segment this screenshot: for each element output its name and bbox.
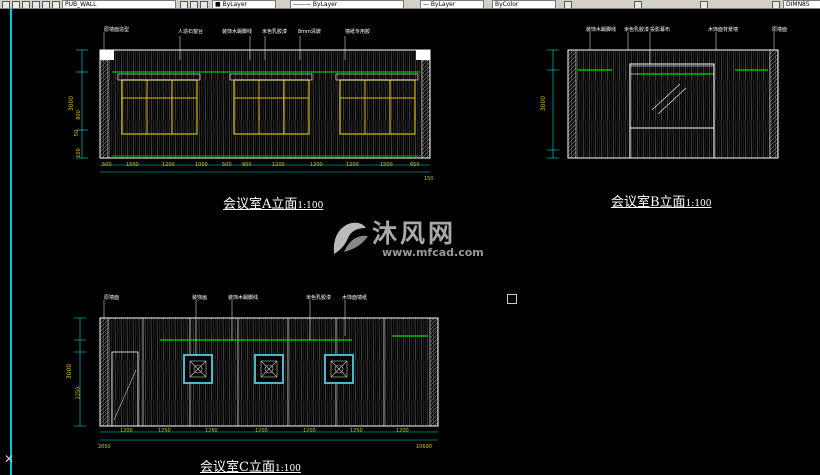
dimension-label: 1250 xyxy=(158,428,171,434)
decor-panel-2 xyxy=(254,354,284,384)
dimension-label: 900 xyxy=(242,162,252,168)
annotation: 装饰木踢脚线 xyxy=(222,29,253,35)
dimension-label: 1200 xyxy=(120,428,133,434)
annotation: 木饰面背景墙 xyxy=(708,27,739,33)
annotation: 木饰面墙纸 xyxy=(342,295,368,301)
dimension-label: 800 xyxy=(75,110,82,120)
selection-box[interactable] xyxy=(507,294,517,304)
dimension-label: 650 xyxy=(410,162,420,168)
annotation: 装饰木踢脚线 xyxy=(586,27,617,33)
dimension-label: 1200 xyxy=(272,162,285,168)
elevation-b xyxy=(547,32,779,159)
elevation-c xyxy=(74,300,439,441)
dimension-label: 1200 xyxy=(310,162,323,168)
elevation-a-title: 会议室A立面1:100 xyxy=(223,197,324,212)
annotation: 装饰木踢脚线 xyxy=(228,295,259,301)
dimension-label: 1500 xyxy=(126,162,139,168)
dimension-label: 3000 xyxy=(68,95,76,112)
watermark: 沐风网 www.mfcad.com xyxy=(330,214,500,264)
dimension-label: 1250 xyxy=(350,428,363,434)
annotation: 投影幕布 xyxy=(650,27,671,33)
dimension-label: 2050 xyxy=(98,444,111,450)
decor-panel-1 xyxy=(183,354,213,384)
dimension-label: 500 xyxy=(102,162,112,168)
dimension-label: 1200 xyxy=(255,428,268,434)
dimension-label: 1200 xyxy=(303,428,316,434)
annotation: 米色乳胶漆 xyxy=(624,27,650,33)
annotation: 原墙面造型 xyxy=(104,27,130,33)
mfcad-logo-icon xyxy=(333,222,368,254)
dimension-label: 1200 xyxy=(162,162,175,168)
annotation: 人造石窗台 xyxy=(178,29,204,35)
elevation-c-title: 会议室C立面1:100 xyxy=(200,460,301,475)
dimension-label: 3000 xyxy=(540,95,548,112)
dimension-label: 2250 xyxy=(75,386,82,400)
elevation-a xyxy=(76,32,431,173)
dimension-label: 50 xyxy=(74,129,81,137)
dimension-label: 1200 xyxy=(396,428,409,434)
decor-panel-3 xyxy=(324,354,354,384)
annotation: 米色乳胶漆 xyxy=(262,29,288,35)
dimension-label: 1000 xyxy=(195,162,208,168)
dimension-label: 10690 xyxy=(416,444,432,450)
dimension-label: 1250 xyxy=(205,428,218,434)
annotation: 8mm清玻 xyxy=(298,29,321,35)
annotation: 米色乳胶漆 xyxy=(306,295,332,301)
dimension-label: 150 xyxy=(424,176,434,182)
dimension-label: 500 xyxy=(222,162,232,168)
elevation-b-title: 会议室B立面1:100 xyxy=(611,195,712,210)
dimension-label: 1200 xyxy=(346,162,359,168)
watermark-url: www.mfcad.com xyxy=(382,246,484,259)
annotation: 装饰画 xyxy=(192,295,208,301)
watermark-brand: 沐风网 xyxy=(372,219,457,248)
annotation: 原墙面 xyxy=(772,27,788,33)
ucs-icon: ✕ xyxy=(4,452,15,466)
dimension-label: 1500 xyxy=(380,162,393,168)
dimension-label: 3000 xyxy=(66,363,74,380)
annotation: 原墙面 xyxy=(104,295,120,301)
dimension-label: 100 xyxy=(75,148,82,158)
annotation: 墙纸专用胶 xyxy=(345,29,371,35)
